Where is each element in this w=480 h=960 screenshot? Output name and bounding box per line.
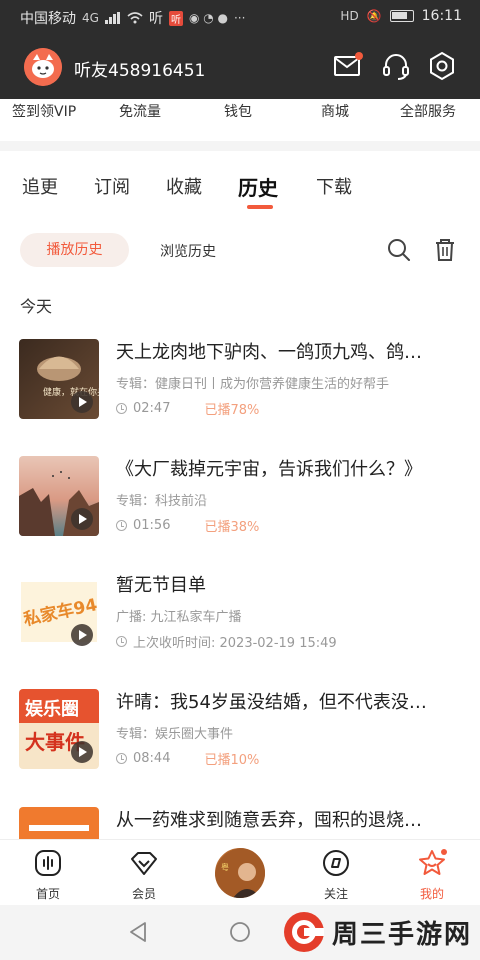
item-title: 天上龙肉地下驴肉、一鸽顶九鸡、鸽… bbox=[116, 342, 422, 363]
item-progress: 已播10% bbox=[204, 753, 260, 768]
watermark-logo-icon bbox=[284, 912, 324, 952]
item-meta: 上次收听时间: 2023-02-19 15:49 bbox=[116, 632, 337, 651]
item-duration: 08:44 bbox=[133, 751, 171, 766]
search-icon[interactable] bbox=[386, 237, 412, 263]
play-icon[interactable] bbox=[71, 624, 93, 646]
status-bar: 中国移动 4G 听 听 ◉ ◔ ● ··· HD 🔕 16:11 bbox=[0, 0, 480, 34]
category-tabs: 追更 订阅 收藏 历史 下载 bbox=[0, 173, 480, 213]
nav-follow[interactable]: 关注 bbox=[296, 840, 376, 906]
user-bar: 听友458916451 bbox=[0, 38, 480, 94]
item-thumbnail: 私家车94.6 bbox=[19, 572, 99, 652]
play-icon[interactable] bbox=[71, 741, 93, 763]
mute-icon: 🔕 bbox=[366, 9, 382, 23]
service-all[interactable]: 全部服务 bbox=[400, 101, 456, 121]
item-thumbnail bbox=[19, 807, 99, 839]
home-circle-icon[interactable] bbox=[229, 921, 251, 943]
cat-avatar-icon bbox=[24, 48, 62, 86]
service-wallet[interactable]: 钱包 bbox=[224, 101, 252, 121]
battery-icon bbox=[389, 10, 414, 22]
item-progress: 已播38% bbox=[204, 520, 260, 535]
svg-text:粤: 粤 bbox=[221, 862, 229, 872]
item-thumbnail: 健康，就在你身边 bbox=[19, 339, 99, 419]
trash-icon[interactable] bbox=[432, 237, 458, 263]
app-status-glyph: 听 bbox=[148, 11, 163, 27]
item-duration: 01:56 bbox=[133, 518, 171, 533]
nav-mine[interactable]: 我的 bbox=[392, 840, 472, 906]
tab-following[interactable]: 追更 bbox=[22, 173, 58, 199]
item-meta: 02:47 已播78% bbox=[116, 399, 259, 418]
history-item[interactable]: 娱乐圈 大事件 许晴：我54岁虽没结婚，但不代表没… 专辑：娱乐圈大事件 08:… bbox=[0, 689, 480, 789]
main-panel: 追更 订阅 收藏 历史 下载 播放历史 浏览历史 今天 健康，就在你身 bbox=[0, 151, 480, 839]
item-title: 《大厂裁掉元宇宙，告诉我们什么？》 bbox=[116, 459, 422, 480]
item-meta: 01:56 已播38% bbox=[116, 516, 259, 535]
app-badge-icon: 听 bbox=[168, 10, 183, 26]
history-item[interactable]: 私家车94.6 暂无节目单 广播: 九江私家车广播 上次收听时间: 2023-0… bbox=[0, 572, 480, 672]
watermark: 周三手游网 bbox=[282, 910, 472, 954]
active-tab-indicator bbox=[247, 205, 273, 209]
item-album: 专辑：娱乐圈大事件 bbox=[116, 727, 234, 742]
play-icon[interactable] bbox=[71, 391, 93, 413]
carrier-text: 中国移动 bbox=[20, 11, 76, 27]
item-title: 暂无节目单 bbox=[116, 575, 206, 596]
watermark-text: 周三手游网 bbox=[332, 919, 473, 950]
tab-favorites[interactable]: 收藏 bbox=[166, 173, 202, 199]
service-vip-checkin[interactable]: 签到领VIP bbox=[12, 101, 76, 121]
item-album: 专辑：健康日刊丨成为你营养健康生活的好帮手 bbox=[116, 377, 390, 392]
center-play-button[interactable]: 粤 bbox=[212, 845, 268, 901]
service-free-data[interactable]: 免流量 bbox=[119, 101, 161, 121]
item-meta: 08:44 已播10% bbox=[116, 749, 259, 768]
nav-vip[interactable]: 会员 bbox=[104, 840, 184, 906]
username[interactable]: 听友458916451 bbox=[74, 56, 205, 81]
item-station: 广播: 九江私家车广播 bbox=[116, 610, 242, 625]
tab-subscribed[interactable]: 订阅 bbox=[94, 173, 130, 199]
item-progress: 已播78% bbox=[204, 403, 260, 418]
subtab-browse-history[interactable]: 浏览历史 bbox=[160, 241, 216, 261]
history-item[interactable]: 健康，就在你身边 天上龙肉地下驴肉、一鸽顶九鸡、鸽… 专辑：健康日刊丨成为你营养… bbox=[0, 339, 480, 439]
nav-mine-label: 我的 bbox=[419, 887, 444, 901]
notification-icons: ◉ ◔ ● bbox=[188, 11, 228, 25]
item-last-listened: 上次收听时间: 2023-02-19 15:49 bbox=[133, 636, 337, 651]
clock-icon bbox=[116, 753, 127, 764]
settings-hex-icon[interactable] bbox=[426, 50, 458, 82]
services-strip: 签到领VIP 免流量 钱包 商城 全部服务 bbox=[0, 99, 480, 141]
back-icon[interactable] bbox=[128, 921, 148, 943]
home-icon bbox=[35, 850, 61, 876]
svg-text:娱乐圈: 娱乐圈 bbox=[25, 698, 79, 720]
mail-icon[interactable] bbox=[332, 50, 364, 82]
play-icon[interactable] bbox=[71, 508, 93, 530]
nav-follow-label: 关注 bbox=[323, 887, 348, 901]
mine-icon bbox=[419, 849, 447, 875]
tab-history[interactable]: 历史 bbox=[238, 172, 278, 201]
clock-icon bbox=[116, 520, 127, 531]
item-duration: 02:47 bbox=[133, 401, 171, 416]
subtab-play-history[interactable]: 播放历史 bbox=[20, 233, 129, 267]
history-item[interactable]: 《大厂裁掉元宇宙，告诉我们什么？》 专辑：科技前沿 01:56 已播38% bbox=[0, 456, 480, 556]
wifi-icon bbox=[127, 12, 143, 24]
more-icon: ··· bbox=[233, 11, 246, 25]
follow-icon bbox=[323, 850, 349, 876]
nav-home-label: 首页 bbox=[35, 887, 60, 901]
item-album: 专辑：科技前沿 bbox=[116, 494, 208, 509]
tab-downloads[interactable]: 下载 bbox=[316, 173, 352, 199]
item-title: 从一药难求到随意丢弃，囤积的退烧… bbox=[116, 810, 422, 831]
service-mall[interactable]: 商城 bbox=[321, 101, 349, 121]
nav-home[interactable]: 首页 bbox=[8, 840, 88, 906]
clock-icon bbox=[116, 403, 127, 414]
item-thumbnail: 娱乐圈 大事件 bbox=[19, 689, 99, 769]
vip-icon bbox=[131, 852, 157, 875]
section-today: 今天 bbox=[20, 297, 53, 316]
nav-vip-label: 会员 bbox=[131, 887, 156, 901]
hd-icon: HD bbox=[340, 9, 359, 23]
history-subtabs: 播放历史 浏览历史 bbox=[0, 233, 480, 269]
item-title: 许晴：我54岁虽没结婚，但不代表没… bbox=[116, 692, 427, 713]
headset-icon[interactable] bbox=[380, 50, 412, 82]
clock-time: 16:11 bbox=[421, 8, 462, 24]
signal-icon bbox=[104, 12, 120, 24]
clock-icon bbox=[116, 636, 127, 647]
item-thumbnail bbox=[19, 456, 99, 536]
network-type: 4G bbox=[82, 11, 99, 25]
history-item[interactable]: 从一药难求到随意丢弃，囤积的退烧… bbox=[0, 807, 480, 839]
avatar[interactable] bbox=[24, 48, 62, 86]
